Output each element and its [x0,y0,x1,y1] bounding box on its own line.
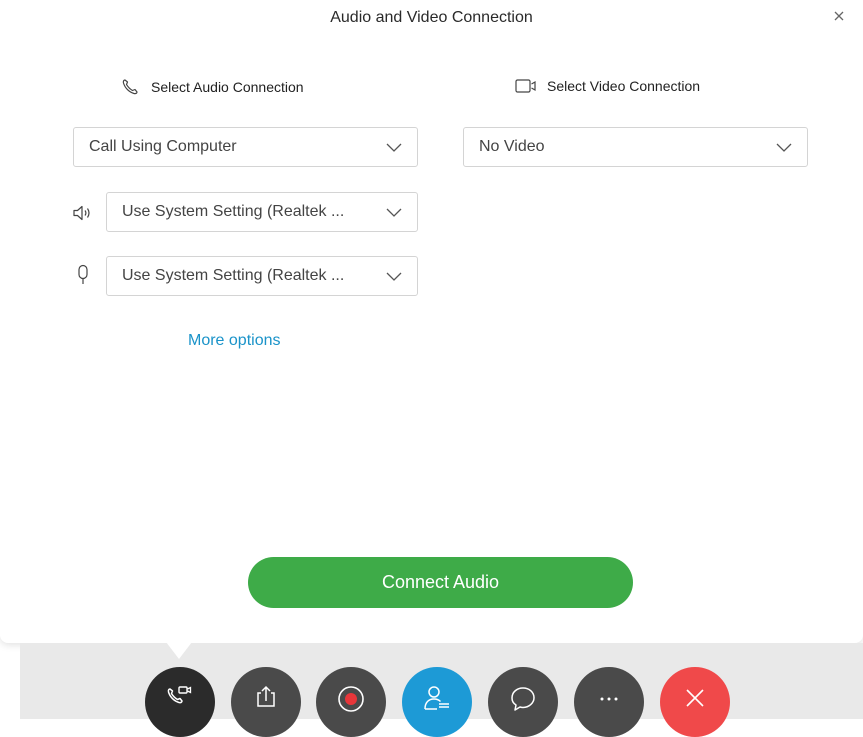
video-section-heading: Select Video Connection [515,78,700,94]
dialog-pointer [166,642,192,659]
video-connection-value: No Video [479,138,545,155]
connect-audio-button[interactable]: Connect Audio [248,557,633,608]
speaker-select[interactable]: Use System Setting (Realtek ... [106,192,418,232]
audio-section-label: Select Audio Connection [151,79,304,95]
chevron-down-icon [386,143,402,152]
audio-connection-select[interactable]: Call Using Computer [73,127,418,167]
chevron-down-icon [776,143,792,152]
speaker-value: Use System Setting (Realtek ... [122,203,345,220]
speaker-icon [72,204,96,222]
ellipsis-icon [600,697,618,701]
close-dialog-button[interactable] [831,8,849,26]
share-button[interactable] [231,667,301,737]
phone-icon [121,78,141,96]
close-icon [834,11,844,21]
chevron-down-icon [386,208,402,217]
end-meeting-button[interactable] [660,667,730,737]
chat-bubble-icon [511,687,535,711]
microphone-icon [76,264,90,286]
chevron-down-icon [386,272,402,281]
audio-section-heading: Select Audio Connection [121,78,304,96]
participants-icon [424,686,449,710]
phone-video-icon [167,686,192,704]
chat-button[interactable] [488,667,558,737]
microphone-value: Use System Setting (Realtek ... [122,267,345,284]
participants-button[interactable] [402,667,472,737]
video-camera-icon [515,78,539,94]
audio-connection-value: Call Using Computer [89,138,237,155]
audio-video-dialog: Audio and Video Connection Select Audio … [0,0,863,643]
record-button[interactable] [316,667,386,737]
close-icon [686,689,704,707]
microphone-select[interactable]: Use System Setting (Realtek ... [106,256,418,296]
audio-video-button[interactable] [145,667,215,737]
more-button[interactable] [574,667,644,737]
record-icon [338,686,364,712]
share-icon [257,685,275,707]
more-options-link[interactable]: More options [188,332,281,350]
dialog-title: Audio and Video Connection [330,9,533,26]
video-connection-select[interactable]: No Video [463,127,808,167]
video-section-label: Select Video Connection [547,78,701,94]
